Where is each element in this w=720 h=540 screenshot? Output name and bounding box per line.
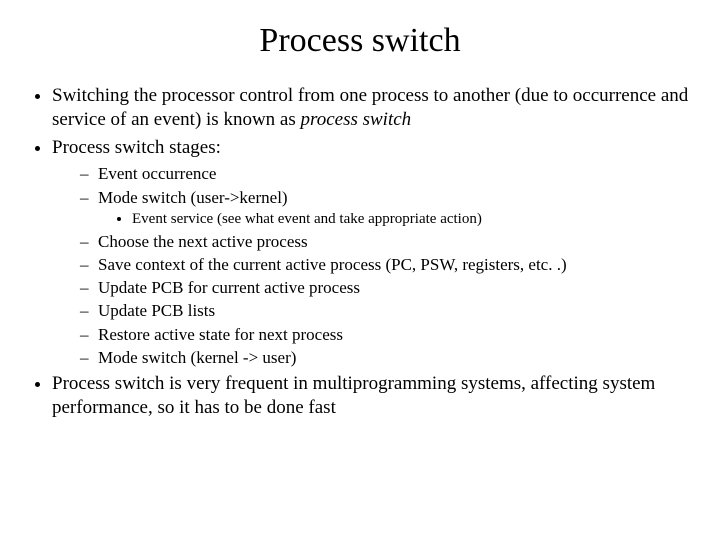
sub-bullet-text: Save context of the current active proce… xyxy=(98,255,567,274)
bullet-text: Process switch is very frequent in multi… xyxy=(52,373,655,418)
bullet-item: Process switch is very frequent in multi… xyxy=(52,372,692,420)
sub-bullet-text: Mode switch (kernel -> user) xyxy=(98,348,296,367)
sub-bullet-item: Update PCB for current active process xyxy=(80,277,692,298)
sub-bullet-text: Restore active state for next process xyxy=(98,325,343,344)
sub-bullet-item: Mode switch (kernel -> user) xyxy=(80,347,692,368)
slide: Process switch Switching the processor c… xyxy=(0,0,720,540)
sub-sub-bullet-item: Event service (see what event and take a… xyxy=(132,210,692,229)
sub-bullet-text: Mode switch (user->kernel) xyxy=(98,188,288,207)
slide-title: Process switch xyxy=(28,22,692,60)
sub-bullet-list: Event occurrence Mode switch (user->kern… xyxy=(52,163,692,368)
bullet-item: Process switch stages: Event occurrence … xyxy=(52,136,692,369)
sub-bullet-text: Event occurrence xyxy=(98,164,216,183)
bullet-text: Process switch stages: xyxy=(52,137,221,158)
sub-bullet-item: Choose the next active process xyxy=(80,231,692,252)
sub-bullet-text: Update PCB for current active process xyxy=(98,278,360,297)
sub-bullet-item: Event occurrence xyxy=(80,163,692,184)
sub-bullet-text: Choose the next active process xyxy=(98,232,308,251)
bullet-list: Switching the processor control from one… xyxy=(28,84,692,420)
bullet-item: Switching the processor control from one… xyxy=(52,84,692,132)
sub-bullet-item: Update PCB lists xyxy=(80,300,692,321)
sub-sub-bullet-text: Event service (see what event and take a… xyxy=(132,211,482,227)
sub-bullet-item: Restore active state for next process xyxy=(80,324,692,345)
sub-sub-bullet-list: Event service (see what event and take a… xyxy=(98,210,692,229)
sub-bullet-item: Save context of the current active proce… xyxy=(80,254,692,275)
sub-bullet-text: Update PCB lists xyxy=(98,301,215,320)
sub-bullet-item: Mode switch (user->kernel) Event service… xyxy=(80,187,692,229)
term-emphasis: process switch xyxy=(301,109,412,130)
